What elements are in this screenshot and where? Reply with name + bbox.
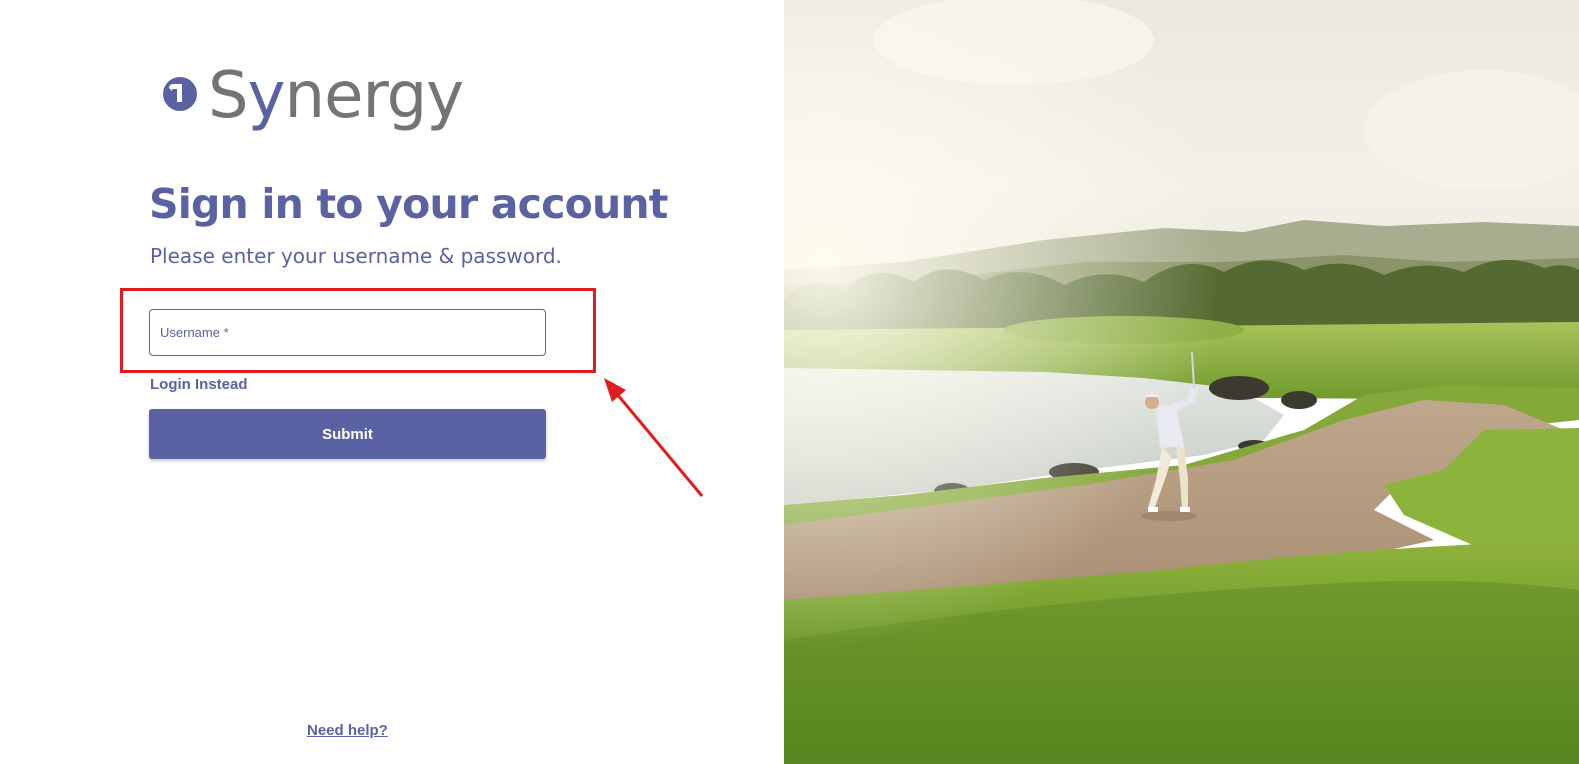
submit-button[interactable]: Submit (149, 409, 546, 459)
golf-course-photo (784, 0, 1579, 764)
page-subtitle: Please enter your username & password. (150, 244, 562, 268)
username-input[interactable] (160, 310, 545, 355)
arrow-pointer-icon (604, 378, 704, 497)
brand-wordmark: Synergy (208, 59, 465, 133)
synergy-logo: Synergy (160, 59, 465, 144)
synergy-circle-mark-icon (163, 77, 197, 111)
login-panel: Synergy Sign in to your account Please e… (0, 0, 784, 764)
login-page: Synergy Sign in to your account Please e… (0, 0, 1579, 764)
golfer-in-bunker-photo (784, 0, 1579, 764)
brand-name-part1: S (208, 59, 249, 133)
page-title: Sign in to your account (149, 180, 668, 228)
brand-name-part2: nergy (284, 59, 465, 133)
login-instead-link[interactable]: Login Instead (150, 376, 248, 393)
username-field[interactable] (149, 309, 546, 356)
brand-name-accent: y (247, 59, 286, 133)
need-help-link[interactable]: Need help? (307, 722, 388, 739)
